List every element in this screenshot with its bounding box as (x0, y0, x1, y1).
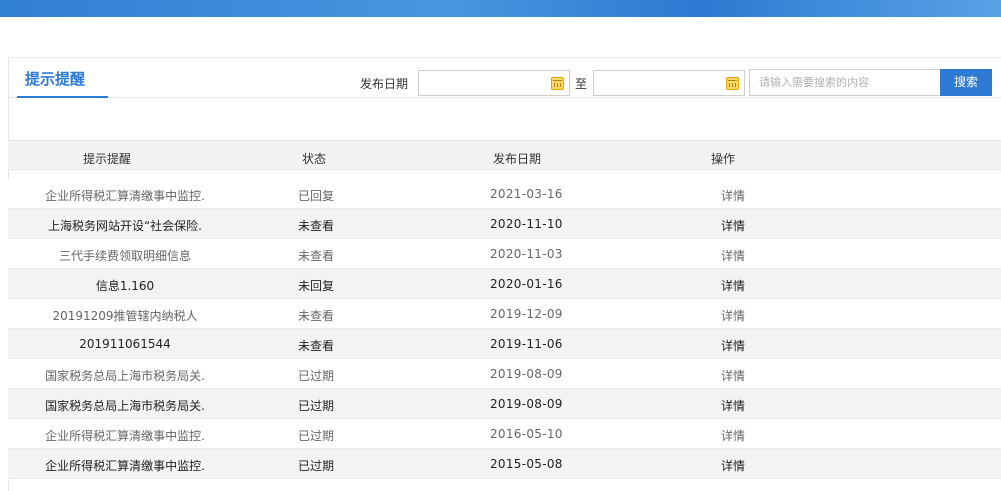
table-row: 企业所得税汇算清缴事中监控. 已回复 2021-03-16 详情 (8, 179, 1001, 209)
row-title: 企业所得税汇算清缴事中监控. (45, 429, 205, 443)
table-row: 信息1.160 未回复 2020-01-16 详情 (8, 269, 1001, 299)
table-row: 20191209推管辖内纳税人 未查看 2019-12-09 详情 (8, 299, 1001, 329)
row-status: 未回复 (298, 279, 335, 293)
row-date: 2015-05-08 (490, 457, 563, 471)
row-date: 2019-11-06 (490, 337, 563, 351)
column-header-date: 发布日期 (493, 152, 542, 166)
table-row: 国家税务总局上海市税务局关. 已过期 2019-08-09 详情 (8, 389, 1001, 419)
details-link[interactable]: 详情 (721, 307, 745, 324)
row-status: 已过期 (298, 459, 335, 473)
row-status: 未查看 (298, 339, 335, 353)
row-date: 2020-11-10 (490, 217, 563, 231)
row-date: 2016-05-10 (490, 427, 563, 441)
table-header: 提示提醒 状态 发布日期 操作 (8, 140, 1001, 170)
row-title: 信息1.160 (95, 279, 155, 293)
row-title: 国家税务总局上海市税务局关. (45, 399, 205, 413)
row-title: 国家税务总局上海市税务局关. (45, 369, 205, 383)
details-link[interactable]: 详情 (721, 427, 745, 444)
row-status: 已回复 (298, 189, 335, 203)
to-label: 至 (575, 77, 588, 91)
row-date: 2019-08-09 (490, 397, 563, 411)
column-header-action: 操作 (711, 152, 736, 166)
date-filter-label: 发布日期 (360, 77, 409, 91)
details-link[interactable]: 详情 (721, 457, 745, 474)
row-status: 未查看 (298, 219, 335, 233)
row-title: 三代手续费领取明细信息 (58, 249, 191, 263)
row-date: 2020-11-03 (490, 247, 563, 261)
row-title: 上海税务网站开设“社会保险. (47, 219, 203, 233)
tab-divider (8, 97, 1001, 98)
row-title: 企业所得税汇算清缴事中监控. (45, 459, 205, 473)
table-row: 201911061544 未查看 2019-11-06 详情 (8, 329, 1001, 359)
table-row: 国家税务总局上海市税务局关. 已过期 2019-08-09 详情 (8, 359, 1001, 389)
details-link[interactable]: 详情 (721, 337, 745, 354)
row-status: 未查看 (298, 309, 335, 323)
details-link[interactable]: 详情 (721, 397, 745, 414)
calendar-icon[interactable] (726, 77, 739, 90)
top-banner (0, 0, 1001, 17)
tab-reminders[interactable]: 提示提醒 (25, 68, 85, 89)
table-row: 企业所得税汇算清缴事中监控. 已过期 2015-05-08 详情 (8, 449, 1001, 479)
row-title: 企业所得税汇算清缴事中监控. (45, 189, 205, 203)
row-status: 已过期 (298, 399, 335, 413)
row-date: 2019-08-09 (490, 367, 563, 381)
end-date-field[interactable] (593, 70, 745, 96)
table-row: 企业所得税汇算清缴事中监控. 已过期 2016-05-10 详情 (8, 419, 1001, 449)
table-row: 三代手续费领取明细信息 未查看 2020-11-03 详情 (8, 239, 1001, 269)
search-button[interactable]: 搜索 (940, 69, 992, 96)
details-link[interactable]: 详情 (721, 367, 745, 384)
row-date: 2021-03-16 (490, 187, 563, 201)
table-row: 上海税务网站开设“社会保险. 未查看 2020-11-10 详情 (8, 209, 1001, 239)
start-date-field[interactable] (418, 70, 570, 96)
details-link[interactable]: 详情 (721, 247, 745, 264)
row-status: 已过期 (298, 369, 335, 383)
row-status: 未查看 (298, 249, 335, 263)
column-header-status: 状态 (302, 152, 327, 166)
row-date: 2019-12-09 (490, 307, 563, 321)
calendar-icon[interactable] (551, 77, 564, 90)
row-title: 20191209推管辖内纳税人 (52, 309, 198, 323)
details-link[interactable]: 详情 (721, 217, 745, 234)
active-tab-indicator (17, 96, 108, 98)
details-link[interactable]: 详情 (721, 277, 745, 294)
row-status: 已过期 (298, 429, 335, 443)
column-header-title: 提示提醒 (83, 152, 132, 166)
row-title: 201911061544 (79, 337, 171, 351)
search-input[interactable] (749, 69, 940, 96)
details-link[interactable]: 详情 (721, 187, 745, 204)
row-date: 2020-01-16 (490, 277, 563, 291)
